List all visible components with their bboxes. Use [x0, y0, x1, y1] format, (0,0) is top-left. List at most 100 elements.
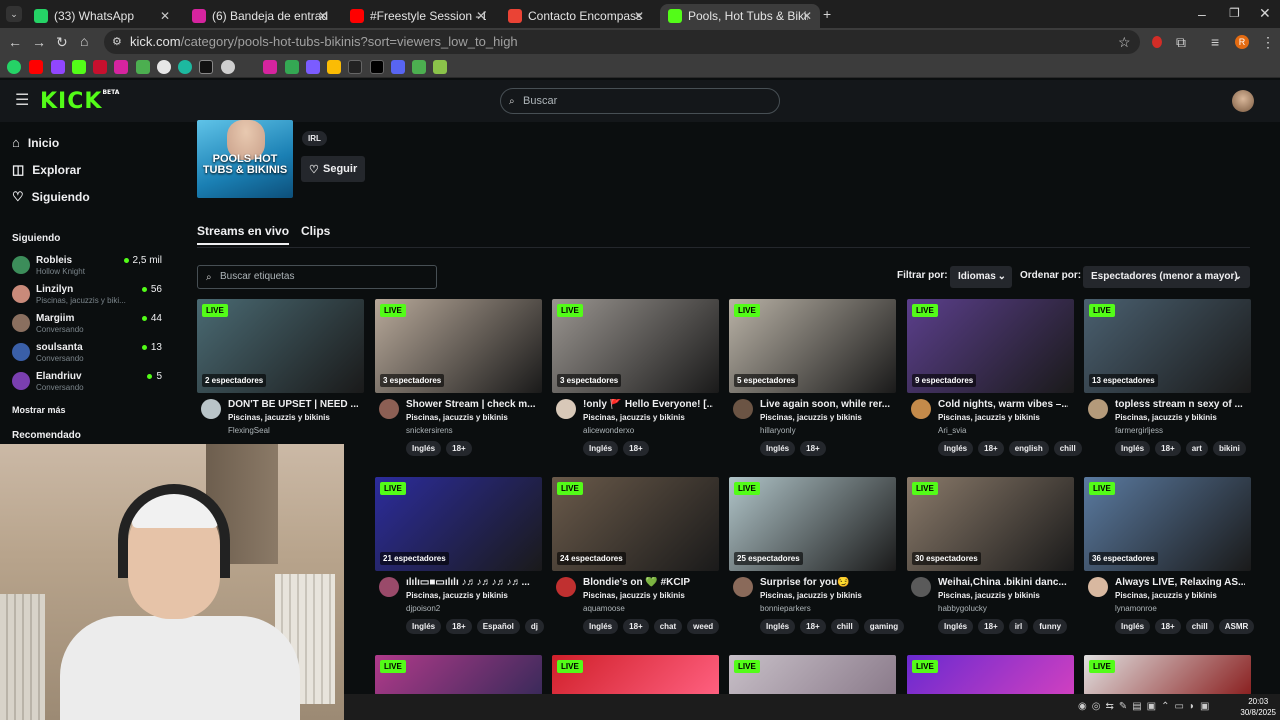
- tab-live-streams[interactable]: Streams en vivo: [197, 224, 290, 245]
- browser-tab[interactable]: Pools, Hot Tubs & Bikinis Strea✕: [660, 4, 820, 28]
- stream-tag[interactable]: chill: [1053, 441, 1082, 456]
- bookmark-whatsapp-icon[interactable]: [7, 60, 21, 74]
- stream-category[interactable]: Piscinas, jacuzzis y bikinis: [583, 591, 685, 600]
- stream-tag[interactable]: 18+: [1155, 441, 1181, 456]
- streamer-avatar[interactable]: [911, 399, 931, 419]
- stream-tag[interactable]: Español: [476, 619, 520, 634]
- stream-category[interactable]: Piscinas, jacuzzis y bikinis: [406, 413, 508, 422]
- stream-card[interactable]: LIVE: [729, 655, 896, 695]
- forward-icon[interactable]: →: [32, 35, 46, 49]
- streamer-avatar[interactable]: [733, 399, 753, 419]
- stream-thumbnail[interactable]: LIVE 9 espectadores: [907, 299, 1074, 393]
- stream-card[interactable]: LIVE: [1084, 655, 1251, 695]
- streamer-name[interactable]: djpoison2: [406, 604, 440, 613]
- search-input[interactable]: ⌕ Buscar: [500, 88, 780, 114]
- follow-button[interactable]: ♡ Seguir: [301, 156, 365, 182]
- extension-lastpass-icon[interactable]: [1152, 36, 1162, 48]
- stream-title[interactable]: Always LIVE, Relaxing AS...: [1115, 577, 1245, 588]
- stream-thumbnail[interactable]: LIVE 2 espectadores: [197, 299, 364, 393]
- streamer-avatar[interactable]: [379, 399, 399, 419]
- stream-thumbnail[interactable]: LIVE: [375, 655, 542, 695]
- stream-category[interactable]: Piscinas, jacuzzis y bikinis: [760, 413, 862, 422]
- stream-card[interactable]: LIVE 3 espectadores Shower Stream | check …: [375, 299, 542, 469]
- sidebar-item-siguiendo[interactable]: ♡ Siguiendo: [12, 189, 90, 205]
- stream-tag[interactable]: irl: [1008, 619, 1029, 634]
- browser-tab[interactable]: #Freestyle Session - DUKI ft. Ca✕: [342, 4, 494, 28]
- stream-category[interactable]: Piscinas, jacuzzis y bikinis: [583, 413, 685, 422]
- streamer-avatar[interactable]: [556, 577, 576, 597]
- profile-avatar[interactable]: R: [1235, 35, 1249, 49]
- media-control-icon[interactable]: ≡: [1211, 35, 1219, 49]
- stream-thumbnail[interactable]: LIVE 25 espectadores: [729, 477, 896, 571]
- back-icon[interactable]: ←: [8, 35, 22, 49]
- stream-tag[interactable]: 18+: [446, 619, 472, 634]
- stream-category[interactable]: Piscinas, jacuzzis y bikinis: [938, 413, 1040, 422]
- stream-title[interactable]: !only 🚩 Hello Everyone! [...: [583, 399, 713, 410]
- stream-card[interactable]: LIVE 36 espectadores Always LIVE, Relaxing…: [1084, 477, 1255, 647]
- streamer-name[interactable]: alicewonderxo: [583, 426, 634, 435]
- bookmark-sheets-icon[interactable]: [433, 60, 447, 74]
- bookmark-instagram2-icon[interactable]: [263, 60, 277, 74]
- bookmark-chatgpt-icon[interactable]: [221, 60, 235, 74]
- stream-category[interactable]: Piscinas, jacuzzis y bikinis: [1115, 413, 1217, 422]
- stream-thumbnail[interactable]: LIVE: [729, 655, 896, 695]
- stream-thumbnail[interactable]: LIVE: [907, 655, 1074, 695]
- stream-card[interactable]: LIVE: [907, 655, 1074, 695]
- browser-tab[interactable]: (6) Bandeja de entrada • Chats✕: [184, 4, 336, 28]
- bookmark-x-icon[interactable]: [370, 60, 384, 74]
- stream-tag[interactable]: dj: [524, 619, 544, 634]
- system-clock[interactable]: 20:03 30/8/2025: [1240, 696, 1276, 718]
- stream-card[interactable]: LIVE 3 espectadores !only 🚩 Hello Everyone…: [552, 299, 719, 469]
- stream-title[interactable]: Cold nights, warm vibes –...: [938, 399, 1068, 410]
- streamer-avatar[interactable]: [1088, 577, 1108, 597]
- bookmark-drive-icon[interactable]: [327, 60, 341, 74]
- stream-tag[interactable]: bikini: [1212, 441, 1246, 456]
- tab-clips[interactable]: Clips: [301, 224, 330, 238]
- bookmark-r-icon[interactable]: [391, 60, 405, 74]
- stream-tag[interactable]: english: [1008, 441, 1049, 456]
- stream-card[interactable]: LIVE 25 espectadores Surprise for you😏 Pisc…: [729, 477, 905, 647]
- bookmark-kick-icon[interactable]: [72, 60, 86, 74]
- stream-tag[interactable]: Inglés: [1115, 619, 1151, 634]
- reload-icon[interactable]: ↻: [56, 35, 68, 49]
- sidebar-item-explorar[interactable]: ◫ Explorar: [12, 162, 81, 178]
- stream-thumbnail[interactable]: LIVE 21 espectadores: [375, 477, 542, 571]
- stream-category[interactable]: Piscinas, jacuzzis y bikinis: [938, 591, 1040, 600]
- category-tag[interactable]: IRL: [302, 131, 327, 146]
- stream-tag[interactable]: 18+: [623, 619, 649, 634]
- followed-channel[interactable]: Margiim Conversando 44: [12, 311, 162, 339]
- streamer-name[interactable]: hillaryonly: [760, 426, 796, 435]
- stream-thumbnail[interactable]: LIVE 5 espectadores: [729, 299, 896, 393]
- tab-search-icon[interactable]: ⌄: [6, 6, 22, 22]
- stream-category[interactable]: Piscinas, jacuzzis y bikinis: [1115, 591, 1217, 600]
- followed-channel[interactable]: Robleis Hollow Knight 2,5 mil: [12, 253, 162, 281]
- user-avatar[interactable]: [1232, 90, 1254, 112]
- bookmark-red-icon[interactable]: [93, 60, 107, 74]
- home-button-icon[interactable]: ⌂: [80, 34, 88, 48]
- bookmark-w-icon[interactable]: [412, 60, 426, 74]
- stream-tag[interactable]: gaming: [863, 619, 905, 634]
- stream-tag[interactable]: funny: [1033, 619, 1068, 634]
- stream-title[interactable]: Blondie's on 💚 #KCIP: [583, 577, 713, 588]
- stream-tag[interactable]: art: [1185, 441, 1208, 456]
- stream-tag[interactable]: ASMR: [1218, 619, 1255, 634]
- bookmark-instagram-icon[interactable]: [114, 60, 128, 74]
- streamer-name[interactable]: farmergirljess: [1115, 426, 1163, 435]
- streamer-avatar[interactable]: [911, 577, 931, 597]
- bookmark-a-icon[interactable]: [348, 60, 362, 74]
- stream-card[interactable]: LIVE 13 espectadores topless stream n sexy…: [1084, 299, 1251, 469]
- close-tab-icon[interactable]: ✕: [802, 9, 812, 23]
- close-tab-icon[interactable]: ✕: [476, 9, 486, 23]
- close-tab-icon[interactable]: ✕: [634, 9, 644, 23]
- stream-title[interactable]: Surprise for you😏: [760, 577, 890, 588]
- sidebar-item-inicio[interactable]: ⌂ Inicio: [12, 135, 59, 150]
- stream-tag[interactable]: 18+: [978, 619, 1004, 634]
- followed-channel[interactable]: Linzilyn Piscinas, jacuzzis y biki... 56: [12, 282, 162, 310]
- bookmark-star-icon[interactable]: ☆: [1118, 35, 1131, 49]
- streamer-name[interactable]: snickersirens: [406, 426, 453, 435]
- streamer-avatar[interactable]: [556, 399, 576, 419]
- streamer-avatar[interactable]: [733, 577, 753, 597]
- stream-thumbnail[interactable]: LIVE: [552, 655, 719, 695]
- close-window-icon[interactable]: ✕: [1259, 6, 1271, 20]
- stream-thumbnail[interactable]: LIVE 3 espectadores: [375, 299, 542, 393]
